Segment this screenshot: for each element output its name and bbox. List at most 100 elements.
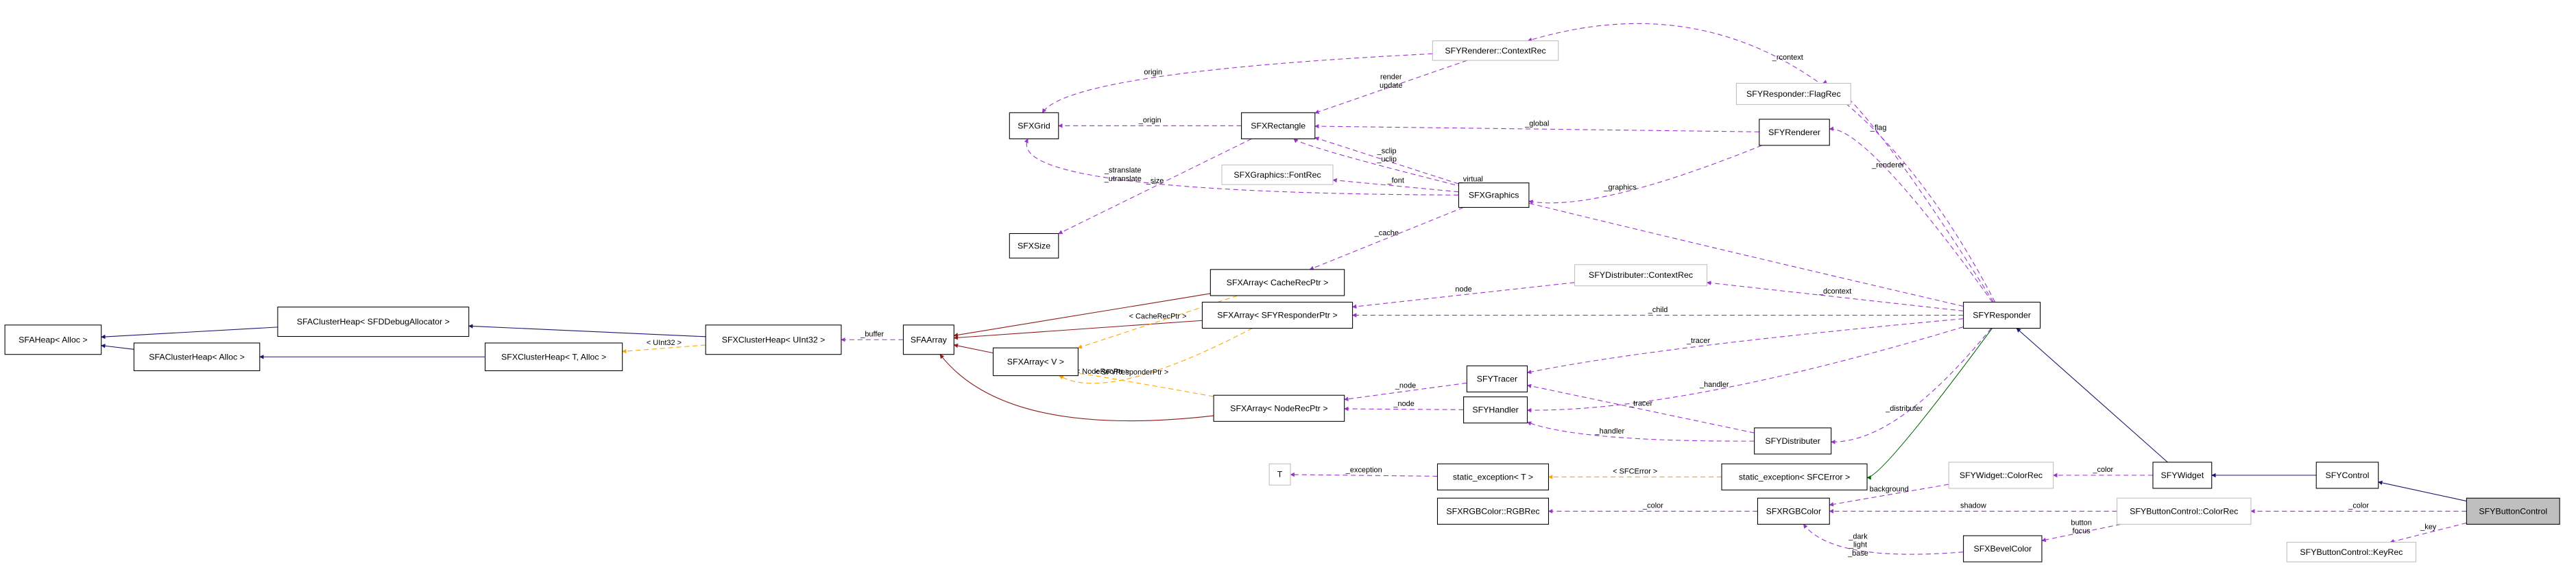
class-name: SFAHeap< Alloc > xyxy=(19,335,87,344)
edge-line xyxy=(1829,126,1993,302)
class-name: SFXGraphics::FontRec xyxy=(1233,170,1321,180)
edge-label: _global xyxy=(1524,119,1549,128)
edge-line xyxy=(1526,326,1964,413)
class-node-flagrec[interactable]: SFYResponder::FlagRec xyxy=(1735,82,1851,105)
class-node-sfxarrayresp[interactable]: SFXArray< SFYResponderPtr > xyxy=(1201,301,1353,329)
edge-template xyxy=(1073,370,1214,397)
edge-label: < NodeRecPtr > xyxy=(1076,368,1129,376)
edge-label: _rcontext xyxy=(1772,54,1803,62)
class-name: SFAClusterHeap< SFDDebugAllocator > xyxy=(297,317,450,326)
class-name: SFXRGBColor::RGBRec xyxy=(1446,506,1539,516)
class-name: SFYControl xyxy=(2325,471,2369,480)
edge-label: _handler xyxy=(1699,381,1729,389)
edge-line xyxy=(1058,138,1252,235)
class-name: SFYResponder xyxy=(1973,311,2031,320)
class-name: SFXRGBColor xyxy=(1766,506,1821,516)
edge-line xyxy=(1042,53,1433,113)
collaboration-diagram: < UInt32 >_buffer< CacheRecPtr >< SFYRes… xyxy=(4,23,2560,562)
class-node-sfybuttoncontrol[interactable]: SFYButtonControl xyxy=(2466,497,2560,525)
edge-label: _color xyxy=(2348,502,2369,510)
edge-line xyxy=(101,344,134,350)
edge-label: _color xyxy=(2092,466,2113,474)
class-node-sfxsize[interactable]: SFXSize xyxy=(1009,233,1059,259)
class-node-staticext[interactable]: static_exception< T > xyxy=(1436,463,1550,490)
class-node-sfaclusterheapdbg[interactable]: SFAClusterHeap< SFDDebugAllocator > xyxy=(277,307,470,337)
class-node-sfxgraphics[interactable]: SFXGraphics xyxy=(1458,182,1530,208)
class-name: SFXArray< NodeRecPtr > xyxy=(1230,403,1327,413)
edge-line xyxy=(1526,383,1755,434)
class-node-staticexerr[interactable]: static_exception< SFCError > xyxy=(1721,463,1868,490)
class-node-renderercontextrec[interactable]: SFYRenderer::ContextRec xyxy=(1432,40,1559,61)
class-name: SFYHandler xyxy=(1472,405,1518,415)
nodes-layer: SFAHeap< Alloc > SFAClusterHeap< SFDDebug… xyxy=(4,40,2560,562)
class-name: SFYTracer xyxy=(1477,374,1517,383)
edge-label: _exception xyxy=(1345,466,1382,474)
class-name: SFYDistributer::ContextRec xyxy=(1589,270,1693,280)
edge-label: _key xyxy=(2420,523,2437,532)
edge-line xyxy=(1290,472,1438,477)
class-node-sfxbevelcolor[interactable]: SFXBevelColor xyxy=(1963,535,2043,562)
edge-label: _sclip _uclip xyxy=(1376,147,1397,163)
edge-line xyxy=(1527,23,1996,302)
edge-usage xyxy=(1830,328,1992,444)
edge-usage xyxy=(1058,138,1252,235)
class-node-t[interactable]: T xyxy=(1268,463,1291,486)
edge-label: _color xyxy=(1642,502,1663,510)
class-name: SFXRectangle xyxy=(1251,121,1305,130)
class-name: SFXArray< CacheRecPtr > xyxy=(1227,278,1329,287)
edge-inherit xyxy=(2016,328,2168,463)
class-node-sfaclusterheap[interactable]: SFAClusterHeap< Alloc > xyxy=(133,342,261,372)
class-name: SFXSize xyxy=(1018,241,1050,250)
class-node-sfxarraycache[interactable]: SFXArray< CacheRecPtr > xyxy=(1209,269,1345,296)
edge-line xyxy=(953,343,994,354)
class-node-sfxgrid[interactable]: SFXGrid xyxy=(1009,112,1059,139)
class-node-sfxclusterheapt[interactable]: SFXClusterHeap< T, Alloc > xyxy=(485,342,623,372)
class-node-sfyhandler[interactable]: SFYHandler xyxy=(1463,396,1528,424)
class-node-sfytracer[interactable]: SFYTracer xyxy=(1466,365,1528,392)
class-node-sfycontrol[interactable]: SFYControl xyxy=(2315,462,2379,489)
edge-label: shadow xyxy=(1960,502,1986,510)
edge-label: _buffer xyxy=(860,331,884,339)
edge-usage xyxy=(1526,383,1755,434)
class-name: SFYDistributer xyxy=(1765,436,1820,446)
edge-line xyxy=(1526,421,1755,442)
class-node-distcontextrec[interactable]: SFYDistributer::ContextRec xyxy=(1574,264,1708,287)
edge-usage xyxy=(1803,523,1964,555)
edge-line xyxy=(2016,328,2168,463)
edge-label: _flag xyxy=(1870,124,1887,132)
class-node-sfaarray[interactable]: SFAArray xyxy=(902,324,954,355)
edge-label: < SFCError > xyxy=(1613,468,1657,476)
class-node-sfxarraynode[interactable]: SFXArray< NodeRecPtr > xyxy=(1213,394,1345,422)
class-node-btncolorrec[interactable]: SFYButtonControl::ColorRec xyxy=(2117,497,2252,525)
class-node-sfxclusterheapu32[interactable]: SFXClusterHeap< UInt32 > xyxy=(705,324,842,355)
class-node-fontrec[interactable]: SFXGraphics::FontRec xyxy=(1221,164,1334,185)
class-node-sfxrgbcolor[interactable]: SFXRGBColor xyxy=(1757,497,1830,525)
edge-usage xyxy=(1526,421,1755,442)
class-node-sfxrectangle[interactable]: SFXRectangle xyxy=(1241,112,1316,139)
edge-label: _cache xyxy=(1374,229,1399,237)
edge-line xyxy=(1528,145,1763,204)
class-node-btnkeyrec[interactable]: SFYButtonControl::KeyRec xyxy=(2286,541,2417,562)
class-node-widgetcolorrec[interactable]: SFYWidget::ColorRec xyxy=(1948,462,2054,489)
edge-line xyxy=(2378,480,2467,502)
class-node-sfydistributer[interactable]: SFYDistributer xyxy=(1754,427,1832,455)
class-node-sfyrenderer[interactable]: SFYRenderer xyxy=(1759,119,1830,146)
edge-label: _dark _light _base xyxy=(1847,532,1868,558)
class-name: T xyxy=(1277,470,1283,479)
edge-usage xyxy=(1829,126,1993,302)
class-name: SFYResponder::FlagRec xyxy=(1746,89,1841,99)
class-node-sfaheap[interactable]: SFAHeap< Alloc > xyxy=(4,324,102,355)
class-name: SFYButtonControl::KeyRec xyxy=(2300,547,2403,557)
class-node-sfywidget[interactable]: SFYWidget xyxy=(2152,462,2213,489)
class-node-sfyresponder[interactable]: SFYResponder xyxy=(1963,301,2041,329)
edge-label: _graphics xyxy=(1603,184,1637,192)
class-node-rgbrec[interactable]: SFXRGBColor::RGBRec xyxy=(1436,497,1550,525)
edge-label: render update xyxy=(1380,73,1402,90)
edge-label: _size xyxy=(1146,177,1164,185)
edge-line xyxy=(1309,206,1464,270)
class-name: SFXGraphics xyxy=(1469,191,1519,200)
class-name: SFXClusterHeap< T, Alloc > xyxy=(501,352,606,361)
class-node-sfxarrayv[interactable]: SFXArray< V > xyxy=(992,347,1079,377)
class-name: SFYWidget xyxy=(2161,471,2204,480)
class-name: SFAClusterHeap< Alloc > xyxy=(149,352,245,361)
